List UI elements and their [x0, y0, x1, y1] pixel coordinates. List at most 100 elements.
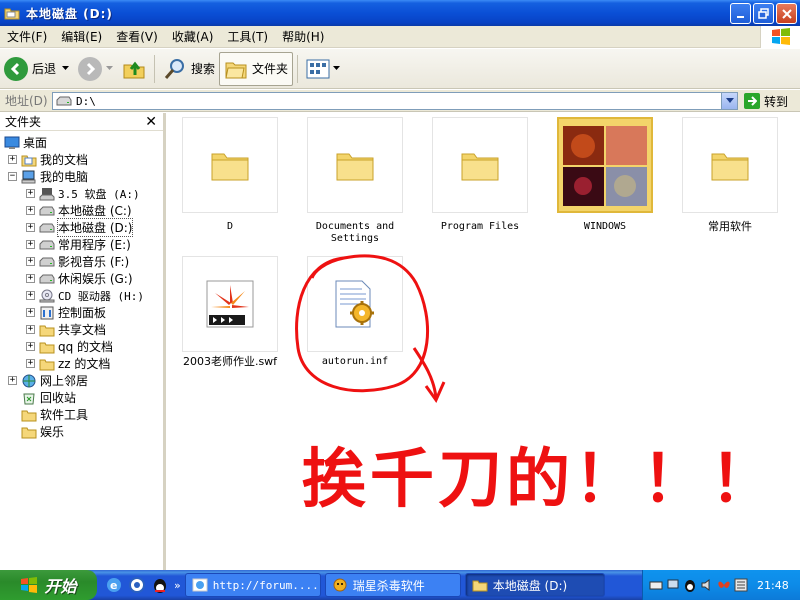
- go-label: 转到: [764, 94, 789, 109]
- expand-icon[interactable]: +: [26, 325, 35, 334]
- menu-favorites[interactable]: 收藏(A): [165, 28, 221, 45]
- browser-window-icon: [192, 578, 208, 592]
- expand-icon[interactable]: +: [26, 291, 35, 300]
- task-explorer[interactable]: 本地磁盘 (D:): [464, 573, 605, 597]
- expand-icon[interactable]: +: [26, 223, 35, 232]
- chevron-down-icon: [333, 65, 341, 70]
- start-button[interactable]: 开始: [0, 570, 97, 600]
- qq-tray-icon[interactable]: [683, 578, 697, 592]
- speaker-icon[interactable]: [700, 578, 714, 592]
- expand-icon[interactable]: +: [8, 155, 17, 164]
- tree-item-my-documents[interactable]: + 我的文档: [8, 151, 88, 168]
- folder-icon: [39, 325, 55, 336]
- back-arrow-icon: [4, 56, 28, 81]
- network-icon: [22, 374, 36, 387]
- folder-pane-title: 文件夹: [5, 115, 42, 129]
- tray-app-icon[interactable]: [734, 578, 748, 592]
- hard-drive-icon: [39, 206, 55, 215]
- folders-button[interactable]: 文件夹: [219, 51, 294, 86]
- window-title: 本地磁盘 (D:): [26, 6, 113, 21]
- expand-icon[interactable]: +: [26, 189, 35, 198]
- back-label: 后退: [32, 62, 57, 76]
- chevron-down-icon: [725, 98, 734, 103]
- quick-launch-more-icon[interactable]: »: [174, 579, 181, 592]
- floppy-drive-icon: [39, 187, 55, 200]
- close-button[interactable]: [776, 3, 797, 24]
- butterfly-icon[interactable]: [717, 578, 731, 592]
- tree-item-drive-c[interactable]: + 本地磁盘 (C:): [26, 202, 132, 219]
- tree-item-floppy[interactable]: + 3.5 软盘 (A:): [26, 185, 140, 202]
- minimize-icon: [736, 15, 744, 18]
- address-bar: 地址(D) D:\ 转到: [0, 90, 800, 112]
- tree-item-recycle-bin[interactable]: 回收站: [21, 389, 76, 406]
- system-tray: 21:48: [642, 570, 800, 600]
- qq-penguin-icon[interactable]: [151, 576, 169, 594]
- windows-flag-icon: [771, 28, 790, 45]
- folder-icon: [21, 427, 37, 438]
- windows-logo: [760, 26, 800, 48]
- minimize-button[interactable]: [730, 3, 751, 24]
- file-name: 常用软件: [708, 220, 752, 233]
- address-dropdown-button[interactable]: [721, 93, 737, 109]
- expand-icon[interactable]: +: [26, 206, 35, 215]
- drive-icon: [56, 96, 72, 106]
- folder-icon: [461, 153, 499, 181]
- folder-icon: [21, 410, 37, 421]
- tree-item-desktop[interactable]: 桌面: [4, 134, 47, 151]
- chevron-down-icon: [62, 65, 70, 70]
- tree-item-network[interactable]: + 网上邻居: [8, 372, 88, 389]
- forward-button[interactable]: [74, 52, 118, 86]
- browser-icon[interactable]: [128, 576, 146, 594]
- tree-item-drive-d[interactable]: + 本地磁盘 (D:): [26, 218, 134, 237]
- collapse-icon[interactable]: −: [8, 172, 17, 181]
- taskbar: 开始 e » http://forum.... 瑞星杀毒软件 本地磁盘 (D:)…: [0, 570, 800, 600]
- address-value: D:\: [76, 94, 96, 108]
- expand-icon[interactable]: +: [26, 359, 35, 368]
- start-label: 开始: [44, 577, 77, 596]
- task-antivirus[interactable]: 瑞星杀毒软件: [324, 573, 461, 597]
- menu-tools[interactable]: 工具(T): [220, 28, 275, 45]
- tree-item-control-panel[interactable]: + 控制面板: [26, 304, 106, 321]
- annotation-circle-arrow: [295, 254, 446, 404]
- network-status-icon[interactable]: [666, 578, 680, 592]
- tree-item-drive-f[interactable]: + 影视音乐 (F:): [26, 253, 129, 270]
- expand-icon[interactable]: +: [26, 342, 35, 351]
- restore-button[interactable]: [753, 3, 774, 24]
- tree-item-entertainment[interactable]: 娱乐: [21, 423, 64, 440]
- menu-edit[interactable]: 编辑(E): [54, 28, 109, 45]
- up-folder-button[interactable]: [118, 52, 150, 86]
- folder-thumbnail-icon: [561, 122, 649, 208]
- tree-item-zz-docs[interactable]: + zz 的文档: [26, 355, 110, 372]
- tree-item-drive-g[interactable]: + 休闲娱乐 (G:): [26, 270, 133, 287]
- views-button[interactable]: [302, 52, 345, 86]
- quick-launch: e »: [105, 576, 181, 594]
- expand-icon[interactable]: +: [26, 308, 35, 317]
- menu-view[interactable]: 查看(V): [109, 28, 165, 45]
- task-browser[interactable]: http://forum....: [184, 573, 321, 597]
- close-pane-icon[interactable]: ✕: [145, 114, 157, 130]
- tree-item-shared-docs[interactable]: + 共享文档: [26, 321, 106, 338]
- tree-item-cd-drive[interactable]: + CD 驱动器 (H:): [26, 287, 144, 304]
- back-button[interactable]: 后退: [0, 52, 74, 86]
- expand-icon[interactable]: +: [26, 274, 35, 283]
- folder-icon: [39, 342, 55, 353]
- close-icon: [781, 8, 792, 19]
- title-bar[interactable]: 本地磁盘 (D:): [0, 0, 800, 26]
- tree-item-my-computer[interactable]: − 我的电脑: [8, 168, 88, 185]
- keyboard-icon[interactable]: [649, 578, 663, 592]
- go-button[interactable]: 转到: [744, 92, 788, 110]
- tree-item-software-tools[interactable]: 软件工具: [21, 406, 88, 423]
- folders-label: 文件夹: [252, 62, 289, 76]
- internet-explorer-icon[interactable]: e: [105, 576, 123, 594]
- tree-item-qq-docs[interactable]: + qq 的文档: [26, 338, 113, 355]
- expand-icon[interactable]: +: [26, 257, 35, 266]
- file-name: Documents and Settings: [315, 221, 395, 244]
- tree-item-drive-e[interactable]: + 常用程序 (E:): [26, 236, 131, 253]
- address-input[interactable]: D:\: [52, 92, 738, 110]
- menu-file[interactable]: 文件(F): [0, 28, 54, 45]
- search-button[interactable]: 搜索: [159, 52, 219, 86]
- expand-icon[interactable]: +: [26, 240, 35, 249]
- menu-help[interactable]: 帮助(H): [275, 28, 331, 45]
- file-name: 2003老师作业.swf: [182, 355, 278, 368]
- expand-icon[interactable]: +: [8, 376, 17, 385]
